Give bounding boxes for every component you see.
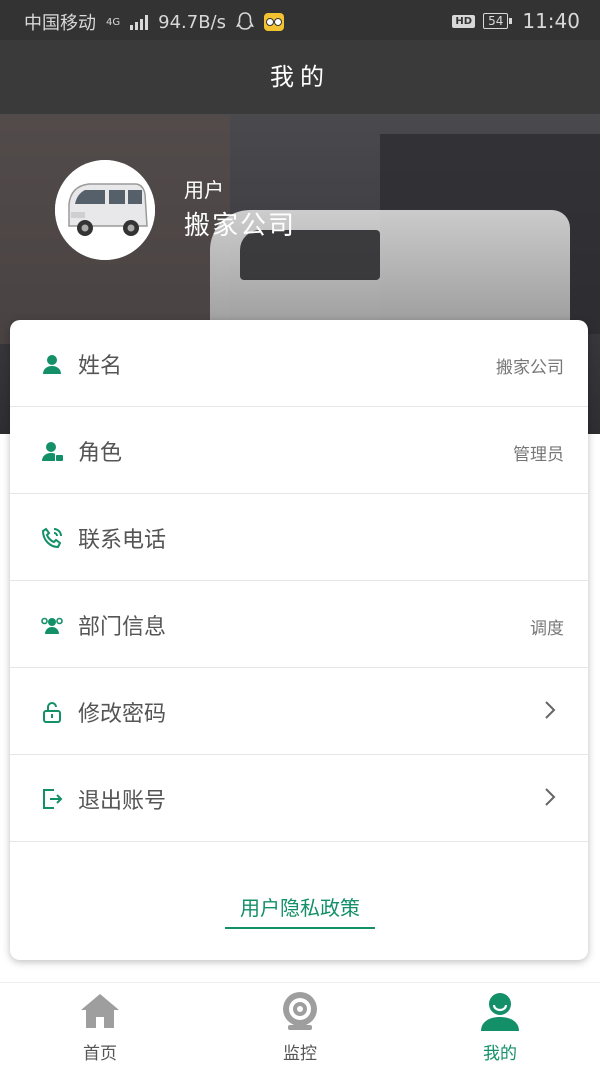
row-phone-label: 联系电话 xyxy=(78,528,167,553)
signal-icon xyxy=(130,14,149,30)
tab-home[interactable]: 首页 xyxy=(0,983,200,1068)
avatar[interactable] xyxy=(55,160,155,260)
battery-icon: 54 xyxy=(483,13,513,29)
row-department-value: 调度 xyxy=(530,619,564,639)
row-role-value: 管理员 xyxy=(513,445,564,465)
row-change-password-label: 修改密码 xyxy=(78,702,167,727)
hd-badge: HD xyxy=(452,14,476,28)
qq-icon xyxy=(236,12,254,30)
row-phone[interactable]: 联系电话 xyxy=(10,494,588,581)
row-name[interactable]: 姓名 搬家公司 xyxy=(10,320,588,407)
tab-monitor[interactable]: 监控 xyxy=(200,983,400,1068)
home-icon xyxy=(81,994,119,1028)
row-name-label: 姓名 xyxy=(78,354,123,379)
app-notification-icon xyxy=(264,13,284,31)
phone-icon xyxy=(41,527,62,549)
person-icon xyxy=(43,355,61,374)
status-bar: 中国移动 4G 94.7B/s HD 54 11:40 xyxy=(0,0,600,40)
row-department[interactable]: 部门信息 调度 xyxy=(10,581,588,668)
van-avatar-icon xyxy=(55,160,155,260)
bottom-nav: 首页 监控 我的 xyxy=(0,982,600,1068)
page-title: 我的 xyxy=(0,40,600,114)
user-role-icon xyxy=(42,442,63,461)
lock-icon xyxy=(43,702,61,723)
row-role-label: 角色 xyxy=(78,441,123,466)
user-role-label: 用户 xyxy=(184,178,224,202)
row-logout-label: 退出账号 xyxy=(78,789,167,814)
row-department-label: 部门信息 xyxy=(78,615,167,640)
user-name: 搬家公司 xyxy=(184,211,297,241)
profile-card: 姓名 搬家公司 角色 管理员 联系电话 部门信息 调度 修改密码 退出账号 xyxy=(10,320,588,960)
group-icon xyxy=(41,617,63,634)
row-logout[interactable]: 退出账号 xyxy=(10,755,588,842)
tab-monitor-label: 监控 xyxy=(283,1044,317,1064)
tab-mine-label: 我的 xyxy=(483,1044,517,1064)
tab-mine[interactable]: 我的 xyxy=(400,983,600,1068)
carrier-text: 中国移动 xyxy=(24,13,96,34)
network-speed: 94.7B/s xyxy=(158,11,226,33)
row-name-value: 搬家公司 xyxy=(496,358,564,378)
clock: 11:40 xyxy=(522,9,580,33)
logout-icon xyxy=(43,789,63,809)
camera-icon xyxy=(283,992,317,1030)
row-change-password[interactable]: 修改密码 xyxy=(10,668,588,755)
chevron-right-icon xyxy=(545,701,556,719)
chevron-right-icon xyxy=(545,788,556,806)
tab-home-label: 首页 xyxy=(83,1044,117,1064)
profile-icon xyxy=(481,993,519,1031)
network-type: 4G xyxy=(106,16,121,28)
row-role[interactable]: 角色 管理员 xyxy=(10,407,588,494)
privacy-policy-link[interactable]: 用户隐私政策 xyxy=(225,892,375,929)
